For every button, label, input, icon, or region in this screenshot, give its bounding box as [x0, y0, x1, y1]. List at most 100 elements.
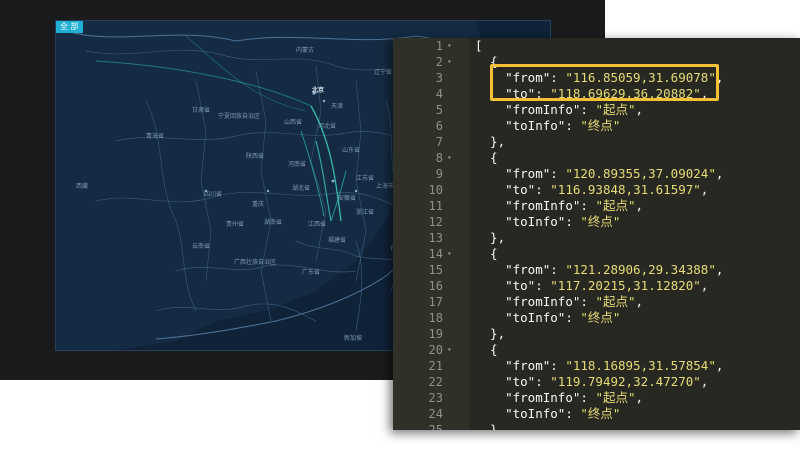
line-number: 7: [435, 135, 443, 149]
code-text: "to": "116.93848,31.61597",: [505, 182, 709, 197]
json-key: "toInfo": [505, 214, 566, 229]
code-line[interactable]: 1 ▾ [: [393, 38, 800, 54]
code-text: "from": "118.16895,31.57854",: [505, 358, 724, 373]
code-text: "to": "119.79492,32.47270",: [505, 374, 709, 389]
line-number: 23: [428, 391, 443, 405]
code-line[interactable]: 22 "to": "119.79492,32.47270",: [393, 374, 800, 390]
code-line[interactable]: 11 "fromInfo": "起点",: [393, 198, 800, 214]
code-line[interactable]: 5 "fromInfo": "起点",: [393, 102, 800, 118]
json-string-value: "起点": [595, 294, 636, 309]
code-line[interactable]: 9 "from": "120.89355,37.09024",: [393, 166, 800, 182]
code-punctuation: [: [475, 38, 483, 53]
code-line[interactable]: 16 "to": "117.20215,31.12820",: [393, 278, 800, 294]
code-line[interactable]: 15 "from": "121.28906,29.34388",: [393, 262, 800, 278]
json-key: "to": [505, 182, 536, 197]
code-line[interactable]: 18 "toInfo": "终点": [393, 310, 800, 326]
json-key: "toInfo": [505, 406, 566, 421]
line-number: 11: [428, 199, 443, 213]
code-text: "toInfo": "终点": [505, 406, 621, 421]
city-label: 山东省: [342, 147, 361, 154]
city-label: 江西省: [308, 221, 327, 228]
line-number: 24: [428, 407, 443, 421]
line-number: 17: [428, 295, 443, 309]
city-label: 福建省: [328, 237, 347, 244]
json-key: "fromInfo": [505, 390, 581, 405]
city-label: 安徽省: [338, 195, 357, 202]
code-text: },: [475, 134, 505, 150]
fold-toggle-icon[interactable]: ▾: [447, 54, 452, 70]
json-key: "from": [505, 358, 551, 373]
json-string-value: "116.93848,31.61597": [550, 182, 701, 197]
json-key: "to": [505, 278, 536, 293]
json-key: "from": [505, 262, 551, 277]
city-label: 北京: [312, 87, 325, 94]
code-text: {: [475, 246, 498, 262]
fold-toggle-icon[interactable]: ▾: [447, 150, 452, 166]
fold-toggle-icon[interactable]: ▾: [447, 246, 452, 262]
json-key: "fromInfo": [505, 294, 581, 309]
code-text: "from": "120.89355,37.09024",: [505, 166, 724, 181]
city-label: 重庆: [252, 201, 265, 208]
city-label: 云南省: [192, 243, 211, 250]
code-line[interactable]: 24 "toInfo": "终点": [393, 406, 800, 422]
map-filter-badge[interactable]: 全 部: [56, 21, 83, 33]
json-key: "fromInfo": [505, 102, 581, 117]
code-line[interactable]: 6 "toInfo": "终点": [393, 118, 800, 134]
code-line[interactable]: 21 "from": "118.16895,31.57854",: [393, 358, 800, 374]
code-punctuation: },: [475, 326, 506, 341]
json-key: "from": [505, 166, 551, 181]
code-line[interactable]: 12 "toInfo": "终点": [393, 214, 800, 230]
fold-toggle-icon[interactable]: ▾: [447, 38, 452, 54]
line-number: 8: [435, 151, 443, 165]
city-label: 宁夏回族自治区: [218, 113, 261, 120]
code-text: },: [475, 230, 505, 246]
code-text: "fromInfo": "起点",: [505, 102, 644, 117]
code-line[interactable]: 13 },: [393, 230, 800, 246]
line-number: 25: [428, 423, 443, 430]
code-text: "from": "121.28906,29.34388",: [505, 262, 724, 277]
code-text: "toInfo": "终点": [505, 118, 621, 133]
line-number: 5: [435, 103, 443, 117]
code-line[interactable]: 14 ▾ {: [393, 246, 800, 262]
line-number: 10: [428, 183, 443, 197]
json-string-value: "120.89355,37.09024": [565, 166, 716, 181]
json-string-value: "119.79492,32.47270": [550, 374, 701, 389]
code-text: "fromInfo": "起点",: [505, 294, 644, 309]
line-number: 2: [435, 55, 443, 69]
code-line[interactable]: 19 },: [393, 326, 800, 342]
json-string-value: "终点": [580, 214, 621, 229]
line-number: 12: [428, 215, 443, 229]
json-string-value: "起点": [595, 198, 636, 213]
city-label: 四川省: [204, 191, 223, 198]
city-label: 天津: [331, 103, 344, 110]
code-line[interactable]: 10 "to": "116.93848,31.61597",: [393, 182, 800, 198]
line-number: 14: [428, 247, 443, 261]
line-number: 1: [435, 39, 443, 53]
code-line[interactable]: 25 },: [393, 422, 800, 430]
code-line[interactable]: 23 "fromInfo": "起点",: [393, 390, 800, 406]
line-number: 9: [435, 167, 443, 181]
city-label: 广西壮族自治区: [234, 259, 277, 266]
json-string-value: "起点": [595, 390, 636, 405]
code-line[interactable]: 7 },: [393, 134, 800, 150]
json-string-value: "终点": [580, 310, 621, 325]
code-punctuation: {: [475, 150, 498, 165]
code-text: {: [475, 150, 498, 166]
city-label: 陕西省: [246, 153, 265, 160]
city-label: 山西省: [284, 119, 303, 126]
city-label: 辽宁省: [374, 69, 393, 76]
line-number: 20: [428, 343, 443, 357]
code-line[interactable]: 8 ▾ {: [393, 150, 800, 166]
line-number: 22: [428, 375, 443, 389]
code-text: "toInfo": "终点": [505, 214, 621, 229]
city-label: 广东省: [302, 269, 321, 276]
code-text: "fromInfo": "起点",: [505, 390, 644, 405]
line-number: 19: [428, 327, 443, 341]
code-line[interactable]: 17 "fromInfo": "起点",: [393, 294, 800, 310]
json-key: "fromInfo": [505, 198, 581, 213]
fold-toggle-icon[interactable]: ▾: [447, 342, 452, 358]
highlight-annotation-box: [490, 64, 719, 101]
line-number: 13: [428, 231, 443, 245]
code-line[interactable]: 20 ▾ {: [393, 342, 800, 358]
code-punctuation: },: [475, 230, 506, 245]
